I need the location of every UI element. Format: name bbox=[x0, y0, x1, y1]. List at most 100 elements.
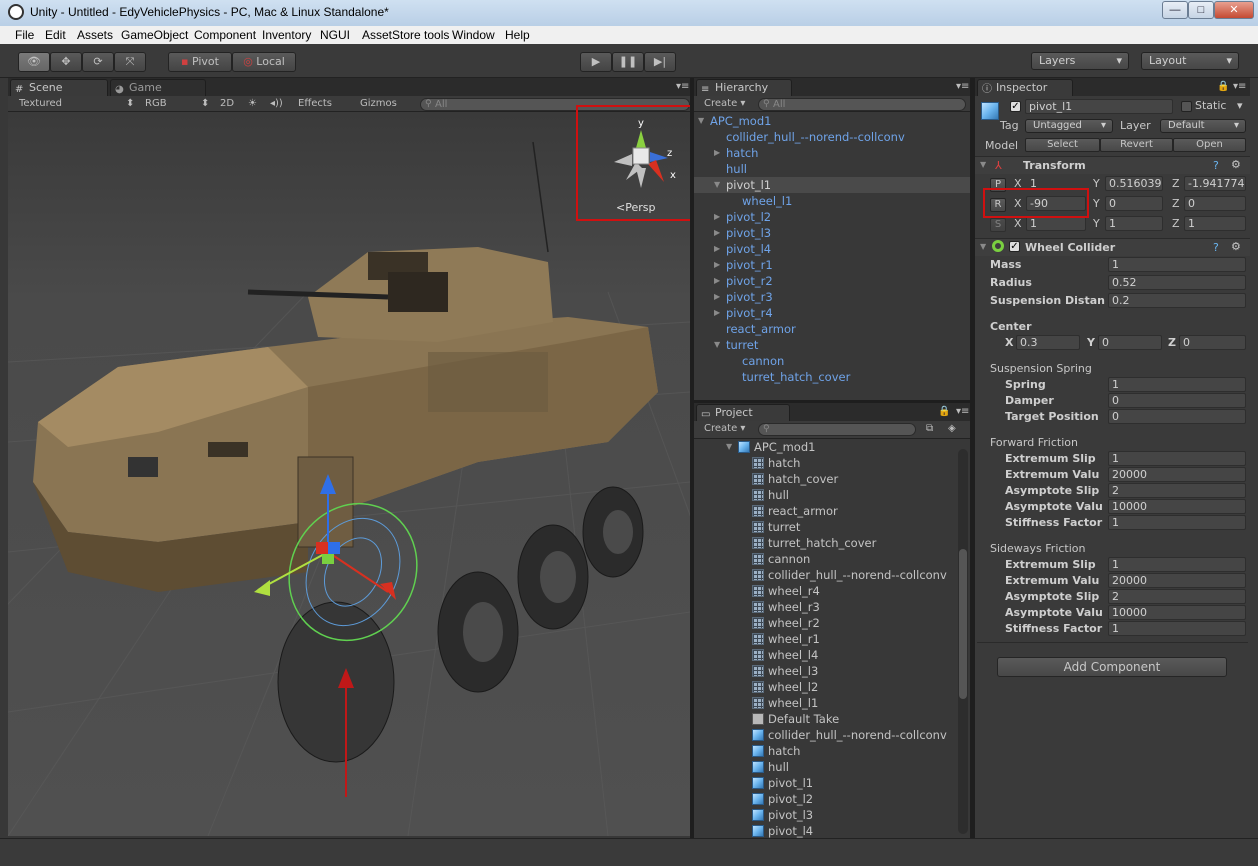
2d-toggle[interactable]: 2D bbox=[220, 97, 234, 111]
ff-field[interactable]: 2 bbox=[1108, 483, 1246, 498]
panel-menu-icon[interactable]: ▾≡ bbox=[956, 405, 969, 419]
hierarchy-item[interactable]: ▶ pivot_r3 bbox=[694, 289, 970, 305]
scene-orientation-gizmo[interactable]: y z x bbox=[606, 118, 676, 190]
project-create-dropdown[interactable]: Create ▾ bbox=[704, 422, 745, 436]
filter-type-icon[interactable]: ⧉ bbox=[926, 422, 933, 436]
hierarchy-item[interactable]: turret_hatch_cover bbox=[694, 369, 970, 385]
project-item[interactable]: wheel_l4 bbox=[752, 647, 818, 663]
transform-header[interactable]: ▼ ⅄ Transform ? ⚙ bbox=[975, 156, 1250, 174]
menu-window[interactable]: Window bbox=[452, 28, 495, 42]
pivot-toggle-button[interactable]: ▪ Pivot bbox=[168, 52, 232, 72]
scale-y-field[interactable]: 1 bbox=[1105, 216, 1163, 231]
layout-dropdown[interactable]: Layout bbox=[1141, 52, 1239, 70]
tab-scene[interactable]: # Scene bbox=[10, 79, 108, 96]
gear-icon[interactable]: ⚙ bbox=[1231, 240, 1241, 253]
panel-menu-icon[interactable]: ▾≡ bbox=[956, 80, 969, 94]
help-icon[interactable]: ? bbox=[1213, 241, 1219, 254]
hierarchy-item[interactable]: ▼ APC_mod1 bbox=[694, 113, 970, 129]
wheel-collider-enabled-checkbox[interactable]: ✓ bbox=[1009, 241, 1020, 252]
project-item[interactable]: hull bbox=[752, 759, 789, 775]
tab-project[interactable]: ▭ Project bbox=[696, 404, 790, 421]
ff-field[interactable]: 1 bbox=[1108, 515, 1246, 530]
expanded-arrow-icon[interactable]: ▼ bbox=[714, 177, 724, 193]
ff-field[interactable]: 1 bbox=[1108, 451, 1246, 466]
panel-menu-icon[interactable]: ▾≡ bbox=[676, 80, 689, 94]
wheel-collider-header[interactable]: ▼ ✓ Wheel Collider ? ⚙ bbox=[975, 238, 1250, 256]
project-item[interactable]: Default Take bbox=[752, 711, 839, 727]
hierarchy-search-input[interactable]: All bbox=[758, 98, 966, 111]
sf-field[interactable]: 20000 bbox=[1108, 573, 1246, 588]
hierarchy-item[interactable]: ▼ pivot_l1 bbox=[694, 177, 970, 193]
menu-assetstore-tools[interactable]: AssetStore tools bbox=[362, 28, 449, 42]
project-item[interactable]: wheel_l3 bbox=[752, 663, 818, 679]
project-item[interactable]: hull bbox=[752, 487, 789, 503]
hierarchy-create-dropdown[interactable]: Create ▾ bbox=[704, 97, 745, 111]
project-item[interactable]: pivot_l4 bbox=[752, 823, 813, 838]
rotation-y-field[interactable]: 0 bbox=[1105, 196, 1163, 211]
tab-inspector[interactable]: ⓘ Inspector bbox=[977, 79, 1073, 96]
project-item[interactable]: wheel_r2 bbox=[752, 615, 820, 631]
project-item[interactable]: pivot_l2 bbox=[752, 791, 813, 807]
project-item[interactable]: react_armor bbox=[752, 503, 838, 519]
lock-icon[interactable]: 🔒 bbox=[1217, 80, 1229, 94]
step-button[interactable]: ▶| bbox=[644, 52, 676, 72]
collapsed-arrow-icon[interactable]: ▶ bbox=[714, 225, 724, 241]
active-checkbox[interactable]: ✓ bbox=[1010, 101, 1021, 112]
static-dropdown[interactable]: Static bbox=[1195, 99, 1226, 112]
center-x-field[interactable]: 0.3 bbox=[1016, 335, 1080, 350]
position-z-field[interactable]: -1.941774 bbox=[1184, 176, 1246, 191]
collapsed-arrow-icon[interactable]: ▶ bbox=[714, 209, 724, 225]
gear-icon[interactable]: ⚙ bbox=[1231, 158, 1241, 171]
tab-game[interactable]: ◕ Game bbox=[110, 79, 206, 96]
menu-component[interactable]: Component bbox=[194, 28, 256, 42]
rotate-tool-button[interactable]: ⟳ bbox=[82, 52, 114, 72]
collapsed-arrow-icon[interactable]: ▶ bbox=[714, 145, 724, 161]
target-position-field[interactable]: 0 bbox=[1108, 409, 1246, 424]
project-search-input[interactable] bbox=[758, 423, 916, 436]
model-open-button[interactable]: Open bbox=[1173, 138, 1246, 152]
render-mode-dropdown[interactable]: Textured bbox=[19, 97, 62, 111]
reset-scale-button[interactable]: S bbox=[990, 218, 1006, 232]
layers-dropdown[interactable]: Layers bbox=[1031, 52, 1129, 70]
project-scrollbar[interactable] bbox=[958, 449, 968, 834]
scale-z-field[interactable]: 1 bbox=[1184, 216, 1246, 231]
object-name-field[interactable]: pivot_l1 bbox=[1025, 99, 1173, 114]
spring-field[interactable]: 1 bbox=[1108, 377, 1246, 392]
scale-x-field[interactable]: 1 bbox=[1026, 216, 1086, 231]
tag-dropdown[interactable]: Untagged bbox=[1025, 119, 1113, 133]
menu-assets[interactable]: Assets bbox=[77, 28, 113, 42]
hierarchy-item[interactable]: ▶ pivot_l4 bbox=[694, 241, 970, 257]
help-icon[interactable]: ? bbox=[1213, 159, 1219, 172]
color-mode-dropdown[interactable]: RGB bbox=[145, 97, 167, 111]
expanded-arrow-icon[interactable]: ▼ bbox=[714, 337, 724, 353]
scale-tool-button[interactable]: ⤧ bbox=[114, 52, 146, 72]
model-select-button[interactable]: Select bbox=[1025, 138, 1100, 152]
suspension-distance-field[interactable]: 0.2 bbox=[1108, 293, 1246, 308]
project-item[interactable]: turret_hatch_cover bbox=[752, 535, 876, 551]
project-item[interactable]: wheel_r4 bbox=[752, 583, 820, 599]
project-item[interactable]: wheel_r3 bbox=[752, 599, 820, 615]
projection-toggle[interactable]: <Persp bbox=[616, 201, 655, 214]
model-revert-button[interactable]: Revert bbox=[1100, 138, 1173, 152]
hierarchy-item[interactable]: collider_hull_--norend--collconv bbox=[694, 129, 970, 145]
position-y-field[interactable]: 0.516039 bbox=[1105, 176, 1163, 191]
hierarchy-item[interactable]: ▶ hatch bbox=[694, 145, 970, 161]
lighting-toggle-icon[interactable]: ☀ bbox=[248, 97, 257, 111]
gizmos-dropdown[interactable]: Gizmos bbox=[360, 97, 397, 111]
menu-help[interactable]: Help bbox=[505, 28, 530, 42]
play-button[interactable]: ▶ bbox=[580, 52, 612, 72]
static-checkbox[interactable] bbox=[1181, 101, 1192, 112]
ff-field[interactable]: 20000 bbox=[1108, 467, 1246, 482]
menu-ngui[interactable]: NGUI bbox=[320, 28, 350, 42]
hierarchy-item[interactable]: ▶ pivot_r1 bbox=[694, 257, 970, 273]
hierarchy-item[interactable]: ▶ pivot_r2 bbox=[694, 273, 970, 289]
view-tool-button[interactable]: 👁 bbox=[18, 52, 50, 72]
move-tool-button[interactable]: ✥ bbox=[50, 52, 82, 72]
hierarchy-item[interactable]: ▶ pivot_l3 bbox=[694, 225, 970, 241]
pause-button[interactable]: ❚❚ bbox=[612, 52, 644, 72]
project-item[interactable]: hatch_cover bbox=[752, 471, 838, 487]
effects-dropdown[interactable]: Effects bbox=[298, 97, 332, 111]
local-toggle-button[interactable]: ◎ Local bbox=[232, 52, 296, 72]
hierarchy-item[interactable]: ▶ pivot_l2 bbox=[694, 209, 970, 225]
menu-file[interactable]: File bbox=[15, 28, 34, 42]
